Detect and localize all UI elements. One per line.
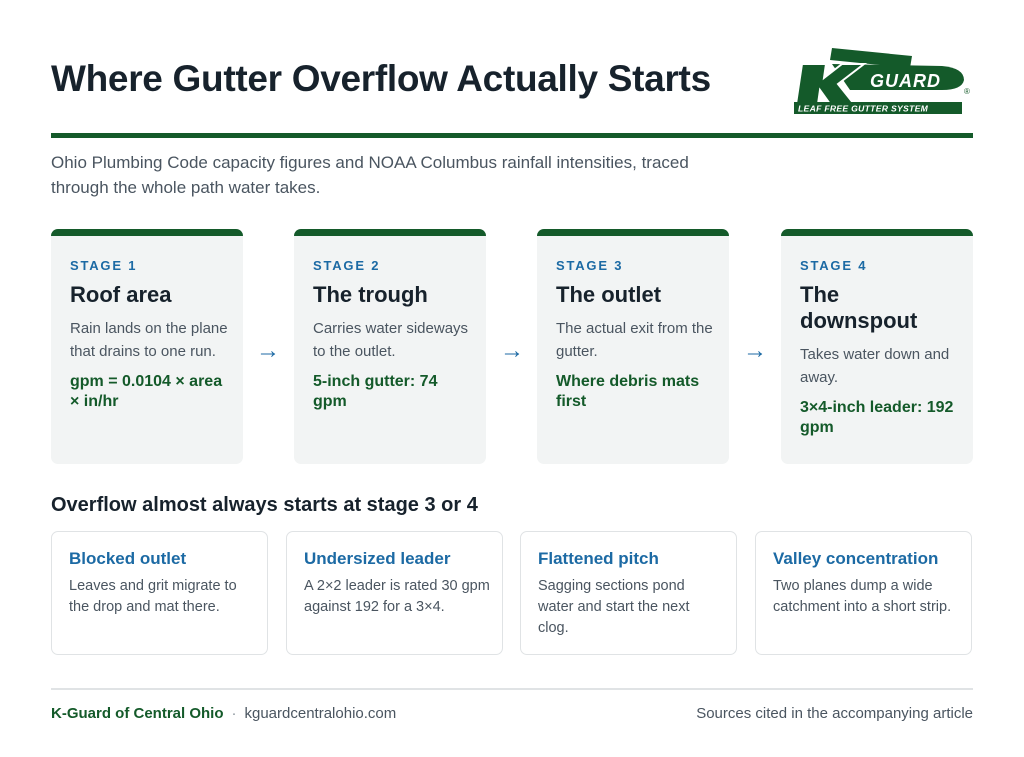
footer-website-link[interactable]: kguardcentralohio.com [245, 705, 397, 722]
stage-card-2: STAGE 2 The trough Carries water sideway… [294, 229, 486, 464]
stage-card-4: STAGE 4 The downspout Takes water down a… [781, 229, 973, 464]
logo-letter: K [792, 46, 803, 50]
kguard-logo: K GUARD LEAF FREE GUTTER SYSTEM ® [792, 46, 970, 114]
cause-title: Flattened pitch [538, 549, 659, 568]
cause-description: Leaves and grit migrate to the drop and … [69, 578, 237, 615]
page-subtitle: Ohio Plumbing Code capacity figures and … [51, 153, 689, 197]
flow-arrow-icon: → [743, 337, 767, 364]
stage-label: STAGE 1 [70, 258, 138, 273]
stage-label: STAGE 2 [313, 258, 381, 273]
stage-description: Rain lands on the plane that drains to o… [70, 320, 228, 360]
stage-description: Takes water down and away. [800, 346, 950, 386]
stage-title: The outlet [556, 282, 662, 307]
stage-card-1: STAGE 1 Roof area Rain lands on the plan… [51, 229, 243, 464]
cause-card-undersized-leader: Undersized leader A 2×2 leader is rated … [286, 531, 503, 655]
stage-title: Roof area [70, 282, 172, 307]
footer-separator: · [231, 705, 237, 722]
footer-rule [51, 688, 973, 690]
stage-highlight: 5-inch gutter: 74 gpm [313, 373, 438, 410]
footer-brand-line: K-Guard of Central Ohio · kguardcentralohi… [51, 705, 396, 722]
cause-title: Blocked outlet [69, 549, 187, 568]
logo-registered-mark: ® [964, 87, 970, 96]
cause-description: Two planes dump a wide catchment into a … [773, 578, 952, 615]
cause-card-blocked-outlet: Blocked outlet Leaves and grit migrate t… [51, 531, 268, 655]
logo-tagline: LEAF FREE GUTTER SYSTEM [798, 104, 929, 114]
header-rule [51, 133, 973, 138]
stage-label: STAGE 4 [800, 258, 868, 273]
stage-title: The trough [313, 282, 428, 307]
stage-highlight: gpm = 0.0104 × area × in/hr [70, 373, 223, 410]
stage-title: The downspout [800, 282, 918, 333]
stage-label: STAGE 3 [556, 258, 624, 273]
cause-card-flattened-pitch: Flattened pitch Sagging sections pond wa… [520, 531, 737, 655]
flow-arrow-icon: → [256, 337, 280, 364]
stage-description: The actual exit from the gutter. [556, 320, 713, 360]
stage-card-3: STAGE 3 The outlet The actual exit from … [537, 229, 729, 464]
cause-title: Undersized leader [304, 549, 451, 568]
cause-title: Valley concentration [773, 549, 939, 568]
infographic-page: Where Gutter Overflow Actually Starts K … [0, 0, 1024, 757]
cause-card-valley-concentration: Valley concentration Two planes dump a w… [755, 531, 972, 655]
footer-sources-note: Sources cited in the accompanying articl… [696, 705, 973, 722]
flow-arrow-icon: → [500, 337, 524, 364]
stage-highlight: Where debris mats first [556, 373, 700, 410]
footer-brand: K-Guard of Central Ohio [51, 705, 224, 722]
cause-description: Sagging sections pond water and start th… [538, 578, 690, 636]
cause-description: A 2×2 leader is rated 30 gpm against 192… [304, 578, 490, 615]
causes-heading: Overflow almost always starts at stage 3… [51, 494, 478, 516]
logo-wordmark: GUARD [870, 71, 941, 91]
page-title: Where Gutter Overflow Actually Starts [51, 58, 711, 99]
stage-highlight: 3×4-inch leader: 192 gpm [800, 399, 954, 436]
stage-description: Carries water sideways to the outlet. [313, 320, 469, 360]
